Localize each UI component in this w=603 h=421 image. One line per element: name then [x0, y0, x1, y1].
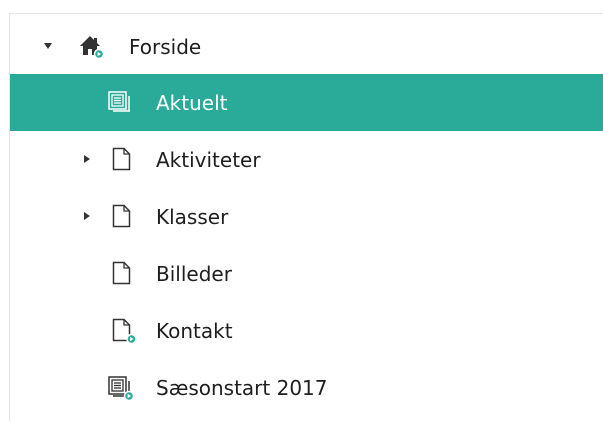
- content-tree: Forside Aktuelt Aktiviteter Klasser Bill…: [9, 13, 603, 421]
- tree-item-klasser[interactable]: Klasser: [10, 188, 603, 245]
- tree-item-aktiviteter[interactable]: Aktiviteter: [10, 131, 603, 188]
- page-icon: [112, 261, 131, 285]
- caret-right-icon[interactable]: [84, 155, 90, 163]
- page-icon: [112, 147, 131, 171]
- tree-item-label: Forside: [129, 35, 202, 59]
- caret-right-icon[interactable]: [84, 212, 90, 220]
- tree-item-saesonstart-2017[interactable]: Sæsonstart 2017: [10, 359, 603, 416]
- caret-down-icon[interactable]: [44, 43, 52, 49]
- tree-item-label: Sæsonstart 2017: [156, 376, 328, 400]
- tree-item-billeder[interactable]: Billeder: [10, 245, 603, 302]
- tree-item-aktuelt[interactable]: Aktuelt: [10, 74, 603, 131]
- tree-item-label: Klasser: [156, 205, 229, 229]
- page-published-icon: [112, 318, 137, 344]
- list-page-icon: [108, 91, 130, 112]
- tree-item-label: Kontakt: [156, 319, 233, 343]
- list-page-published-icon: [108, 376, 134, 401]
- tree-item-label: Aktuelt: [156, 91, 228, 115]
- home-published-icon: [80, 36, 105, 60]
- tree-item-kontakt[interactable]: Kontakt: [10, 302, 603, 359]
- tree-item-label: Aktiviteter: [156, 148, 261, 172]
- page-icon: [112, 204, 131, 228]
- tree-item-forside[interactable]: Forside: [10, 19, 603, 76]
- tree-item-label: Billeder: [156, 262, 232, 286]
